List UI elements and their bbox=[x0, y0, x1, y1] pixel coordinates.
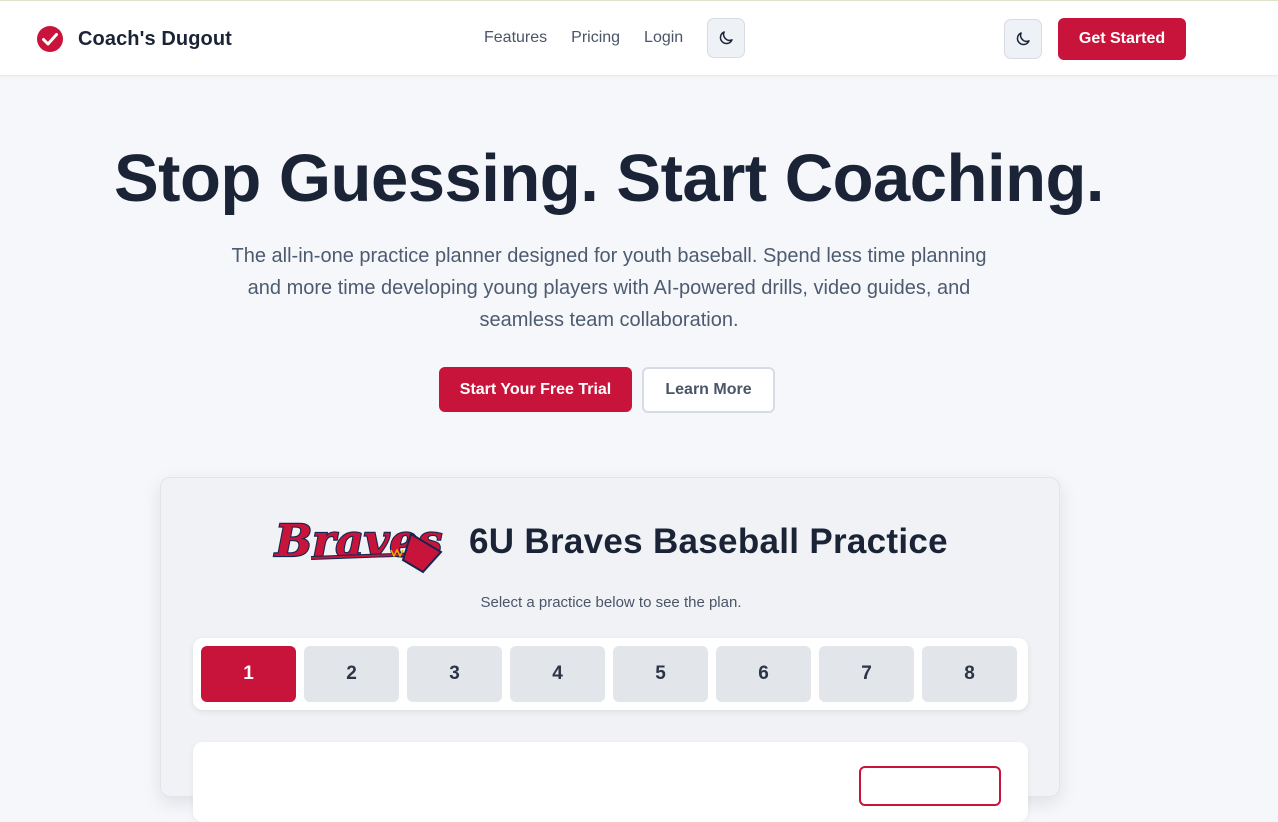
braves-logo: Braves bbox=[272, 515, 443, 574]
theme-toggle-button[interactable] bbox=[707, 18, 746, 58]
moon-icon bbox=[1016, 32, 1030, 46]
practice-selector: 1 2 3 4 5 6 7 8 bbox=[193, 638, 1028, 710]
practice-title: 6U Braves Baseball Practice bbox=[469, 522, 948, 561]
practice-tab-1[interactable]: 1 bbox=[201, 646, 296, 702]
moon-icon bbox=[719, 31, 733, 45]
practice-plan-action-button[interactable] bbox=[859, 766, 1001, 806]
practice-tab-4[interactable]: 4 bbox=[510, 646, 605, 702]
hero-title: Stop Guessing. Start Coaching. bbox=[113, 141, 1105, 216]
practice-tab-5[interactable]: 5 bbox=[613, 646, 708, 702]
practice-tab-6[interactable]: 6 bbox=[716, 646, 811, 702]
get-started-button[interactable]: Get Started bbox=[1058, 18, 1186, 60]
main-nav: Features Pricing Login bbox=[484, 18, 746, 58]
practice-demo-panel: Braves 6U Braves Baseball Practice Selec… bbox=[160, 477, 1060, 822]
practice-plan-card bbox=[193, 742, 1028, 822]
practice-tab-8[interactable]: 8 bbox=[922, 646, 1017, 702]
check-circle-icon bbox=[37, 26, 63, 52]
start-free-trial-button[interactable]: Start Your Free Trial bbox=[439, 367, 632, 412]
nav-link-login[interactable]: Login bbox=[644, 29, 683, 47]
hero-subtitle: The all-in-one practice planner designed… bbox=[231, 245, 987, 331]
hero-cta-row: Start Your Free Trial Learn More bbox=[439, 367, 775, 413]
practice-tab-3[interactable]: 3 bbox=[407, 646, 502, 702]
practice-tab-7[interactable]: 7 bbox=[819, 646, 914, 702]
brand-name: Coach's Dugout bbox=[78, 27, 232, 50]
learn-more-button[interactable]: Learn More bbox=[642, 367, 775, 413]
theme-toggle-button-secondary[interactable] bbox=[1004, 19, 1042, 59]
top-navigation-bar: Coach's Dugout Features Pricing Login Ge… bbox=[0, 0, 1278, 76]
nav-link-pricing[interactable]: Pricing bbox=[571, 29, 620, 47]
practice-tab-2[interactable]: 2 bbox=[304, 646, 399, 702]
brand[interactable]: Coach's Dugout bbox=[36, 25, 232, 53]
practice-instructions: Select a practice below to see the plan. bbox=[480, 594, 742, 611]
header-actions: Get Started bbox=[1004, 18, 1186, 60]
team-header: Braves 6U Braves Baseball Practice bbox=[271, 508, 948, 576]
nav-link-features[interactable]: Features bbox=[484, 29, 547, 47]
